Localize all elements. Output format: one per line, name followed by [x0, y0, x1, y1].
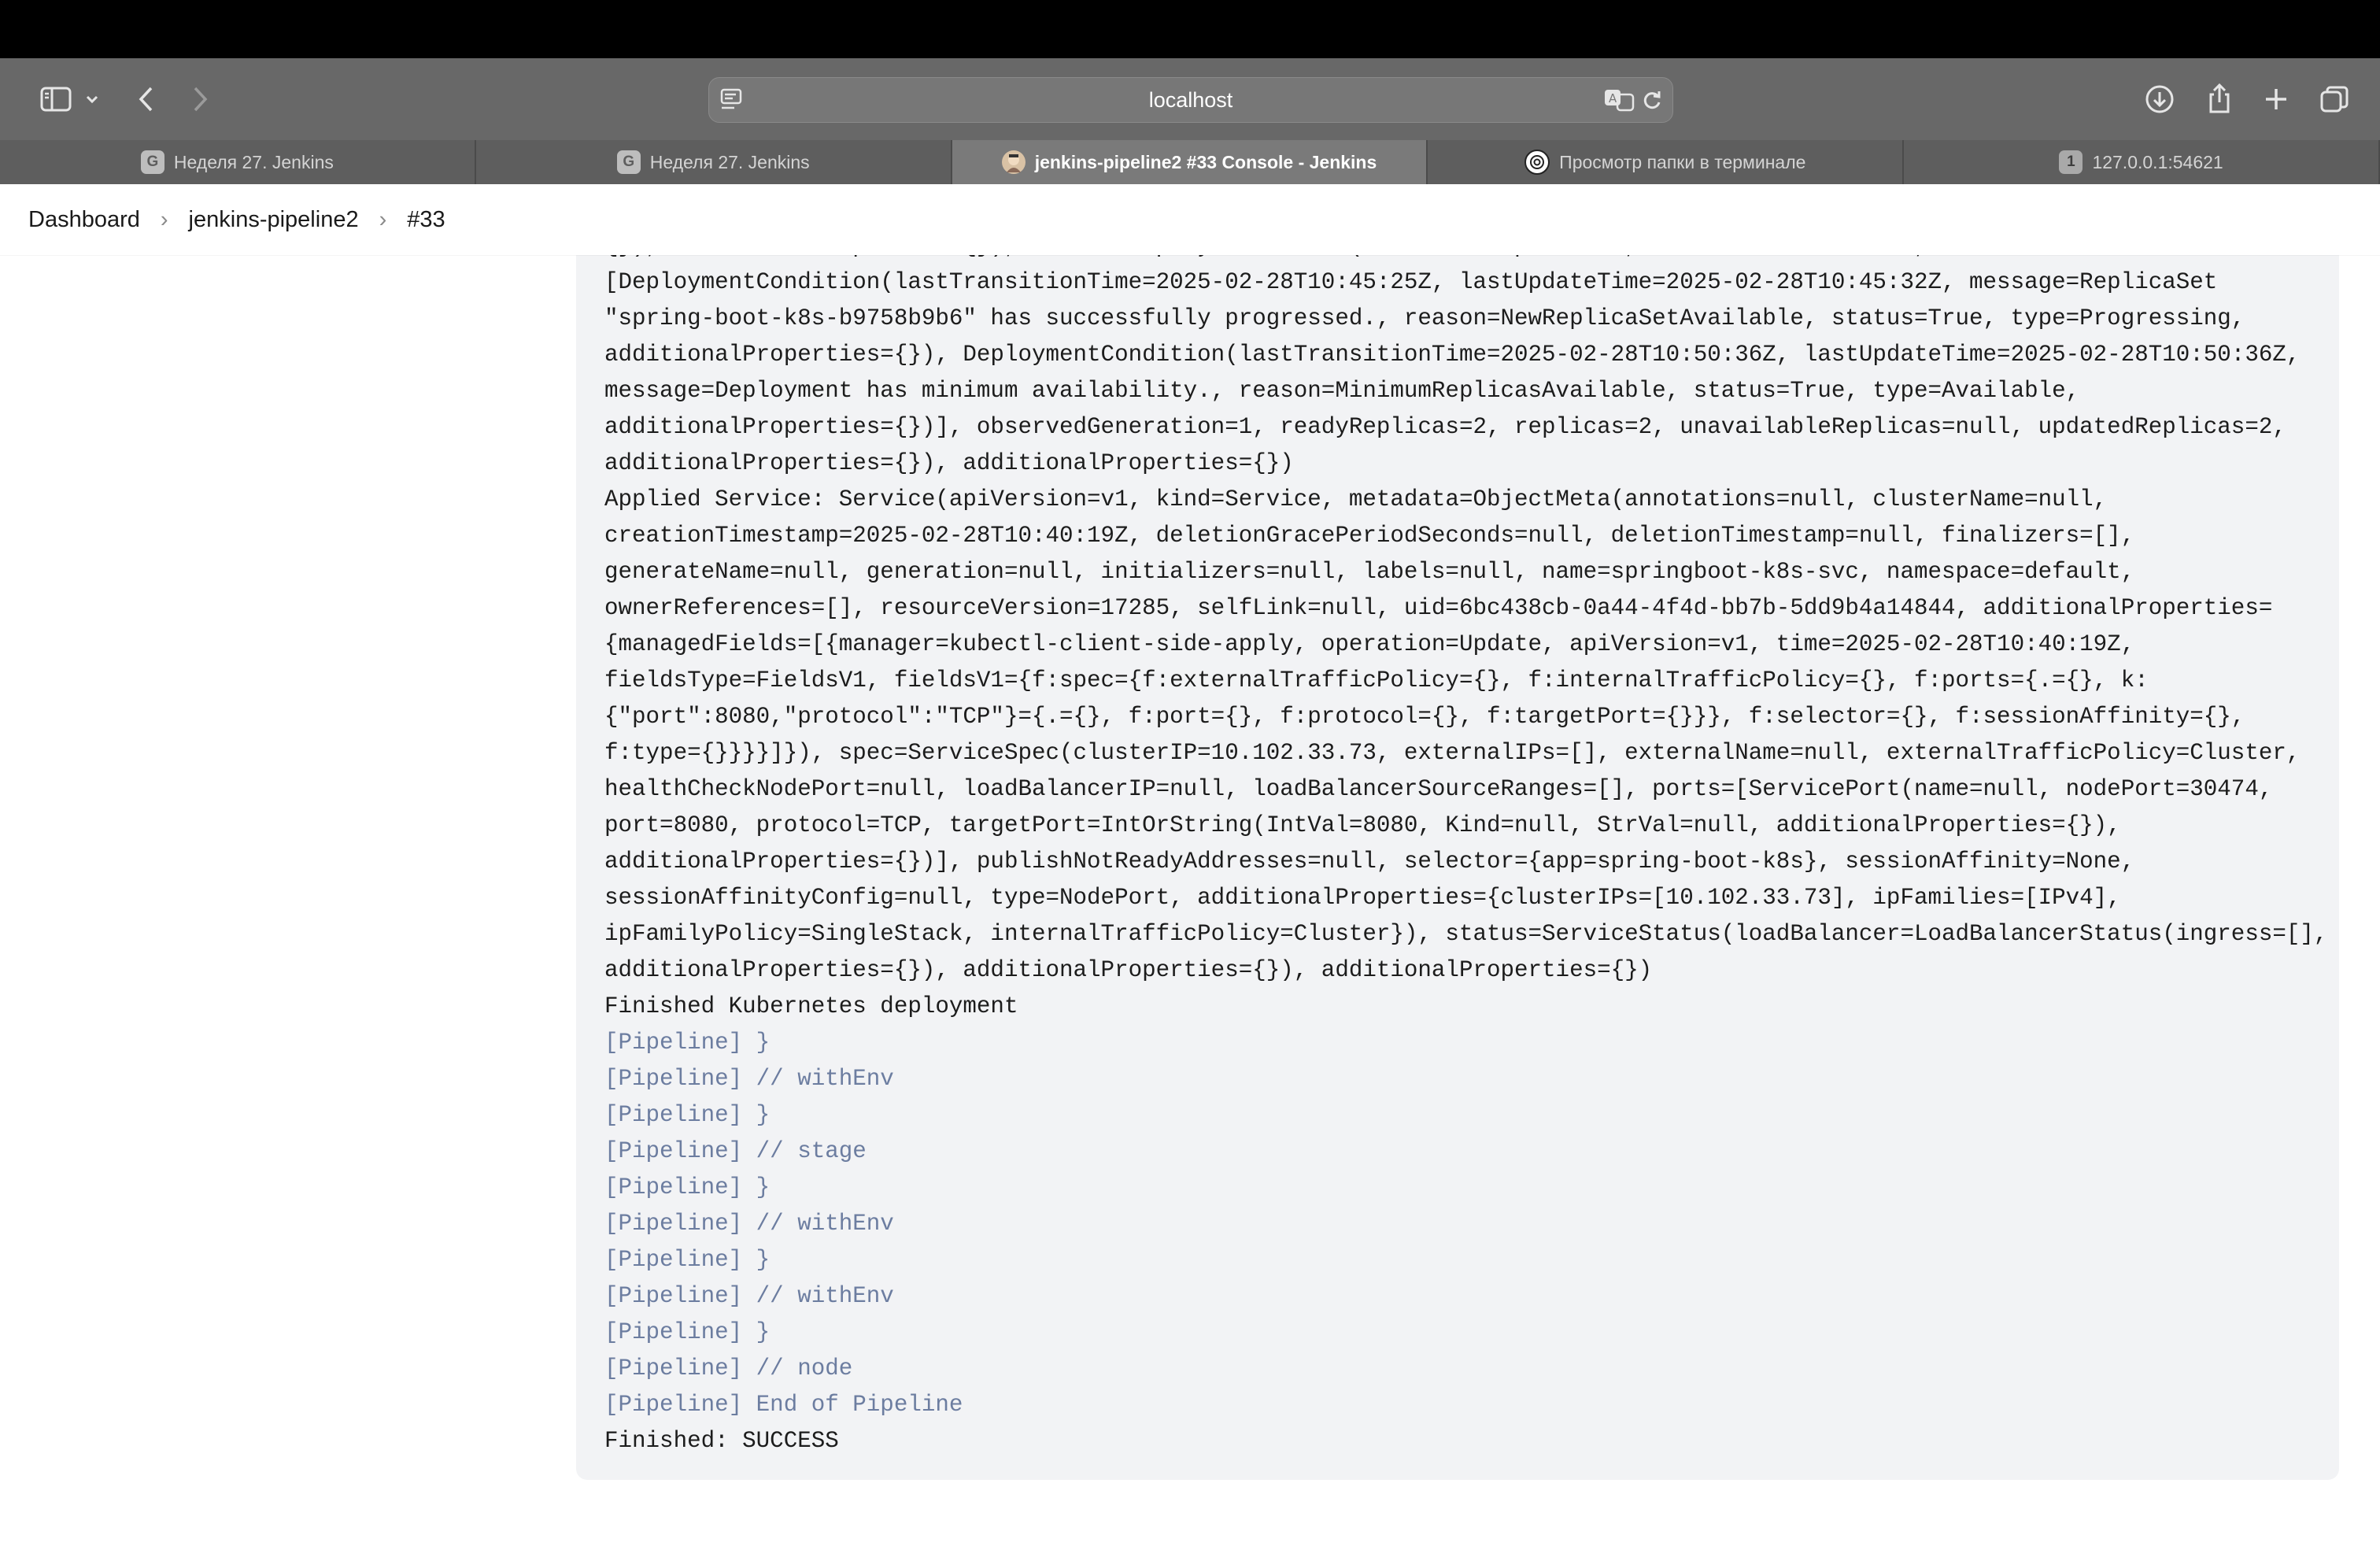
console-line: [Pipeline] // withEnv: [604, 1211, 894, 1237]
tab-title: jenkins-pipeline2 #33 Console - Jenkins: [1034, 151, 1377, 172]
console-line: additionalProperties={}), DeploymentCond…: [604, 342, 2301, 368]
console-line: additionalProperties={}), additionalProp…: [604, 450, 1294, 476]
tab-title: Просмотр папки в терминале: [1559, 151, 1806, 172]
console-line: [Pipeline] }: [604, 1030, 771, 1056]
console-line: "spring-boot-k8s-b9758b9b6" has successf…: [604, 305, 2245, 331]
console-output: {}), additionalProperties={}), status=De…: [576, 220, 2339, 1480]
tab-item[interactable]: G Неделя 27. Jenkins: [0, 140, 476, 184]
tab-bar: G Неделя 27. Jenkins G Неделя 27. Jenkin…: [0, 140, 2380, 184]
tab-favicon: 1: [2059, 150, 2083, 174]
console-line: f:type={}}}}]}), spec=ServiceSpec(cluste…: [604, 740, 2301, 766]
back-icon[interactable]: [129, 74, 164, 124]
console-line: creationTimestamp=2025-02-28T10:40:19Z, …: [604, 523, 2135, 549]
console-line: [Pipeline] }: [604, 1247, 771, 1273]
translate-icon[interactable]: A: [1603, 87, 1635, 117]
reload-icon[interactable]: [1639, 87, 1665, 117]
address-text: localhost: [1148, 88, 1233, 112]
tab-overview-icon[interactable]: [2315, 74, 2353, 124]
console-line: [DeploymentCondition(lastTransitionTime=…: [604, 269, 2218, 295]
console-line: additionalProperties={}), additionalProp…: [604, 957, 1653, 983]
tab-favicon: G: [616, 150, 641, 174]
sidebar-toggle-icon[interactable]: [28, 74, 83, 124]
chevron-down-icon[interactable]: [82, 74, 102, 124]
breadcrumb-item-job[interactable]: jenkins-pipeline2: [189, 207, 359, 233]
console-line: [Pipeline] // stage: [604, 1138, 867, 1164]
tab-title: Неделя 27. Jenkins: [649, 151, 810, 172]
console-line: additionalProperties={})], observedGener…: [604, 414, 2286, 440]
console-line: [Pipeline] }: [604, 1319, 771, 1345]
share-icon[interactable]: [2201, 74, 2238, 124]
console-line: [Pipeline] }: [604, 1102, 771, 1128]
console-line: port=8080, protocol=TCP, targetPort=IntO…: [604, 812, 2121, 838]
console-line: {"port":8080,"protocol":"TCP"}={.={}, f:…: [604, 704, 2245, 730]
tab-item-active[interactable]: jenkins-pipeline2 #33 Console - Jenkins: [952, 140, 1428, 184]
new-tab-icon[interactable]: [2257, 74, 2295, 124]
console-line: [Pipeline] // withEnv: [604, 1066, 894, 1092]
tab-item[interactable]: 1 127.0.0.1:54621: [1904, 140, 2380, 184]
console-line: healthCheckNodePort=null, loadBalancerIP…: [604, 776, 2273, 802]
console-line: [Pipeline] }: [604, 1174, 771, 1200]
breadcrumb-item-build[interactable]: #33: [407, 207, 445, 233]
breadcrumb-item-dashboard[interactable]: Dashboard: [28, 207, 140, 233]
console-line: Finished: SUCCESS: [604, 1428, 839, 1454]
downloads-icon[interactable]: [2141, 74, 2179, 124]
console-line: ipFamilyPolicy=SingleStack, internalTraf…: [604, 921, 2328, 947]
console-line: message=Deployment has minimum availabil…: [604, 378, 2080, 404]
breadcrumb-separator-icon: ›: [160, 206, 168, 232]
console-line: Applied Service: Service(apiVersion=v1, …: [604, 486, 2108, 512]
console-line: {managedFields=[{manager=kubectl-client-…: [604, 631, 2135, 657]
console-line: generateName=null, generation=null, init…: [604, 559, 2135, 585]
chatgpt-logo-icon: [1524, 150, 1550, 175]
forward-icon[interactable]: [183, 74, 217, 124]
console-line: ownerReferences=[], resourceVersion=1728…: [604, 595, 2273, 621]
tab-item[interactable]: Просмотр папки в терминале: [1428, 140, 1905, 184]
address-bar[interactable]: localhost A: [708, 77, 1673, 123]
jenkins-avatar-icon: [1001, 150, 1026, 174]
tab-title: Неделя 27. Jenkins: [173, 151, 334, 172]
console-line: [Pipeline] // node: [604, 1356, 853, 1381]
console-line: sessionAffinityConfig=null, type=NodePor…: [604, 885, 2121, 911]
menu-bar: [0, 0, 2380, 58]
browser-toolbar: localhost A: [0, 58, 2380, 140]
console-line: [Pipeline] // withEnv: [604, 1283, 894, 1309]
svg-text:A: A: [1609, 91, 1617, 105]
console-line: fieldsType=FieldsV1, fieldsV1={f:spec={f…: [604, 668, 2149, 693]
breadcrumb-separator-icon: ›: [379, 206, 387, 232]
console-line: Finished Kubernetes deployment: [604, 993, 1018, 1019]
console-line: additionalProperties={})], publishNotRea…: [604, 849, 2135, 875]
tab-item[interactable]: G Неделя 27. Jenkins: [476, 140, 952, 184]
tab-favicon: G: [140, 150, 164, 174]
console-text: {}), additionalProperties={}), status=De…: [604, 228, 2327, 1459]
tab-title: 127.0.0.1:54621: [2092, 151, 2223, 172]
console-line: [Pipeline] End of Pipeline: [604, 1392, 963, 1418]
breadcrumb: Dashboard › jenkins-pipeline2 › #33: [0, 184, 2380, 255]
